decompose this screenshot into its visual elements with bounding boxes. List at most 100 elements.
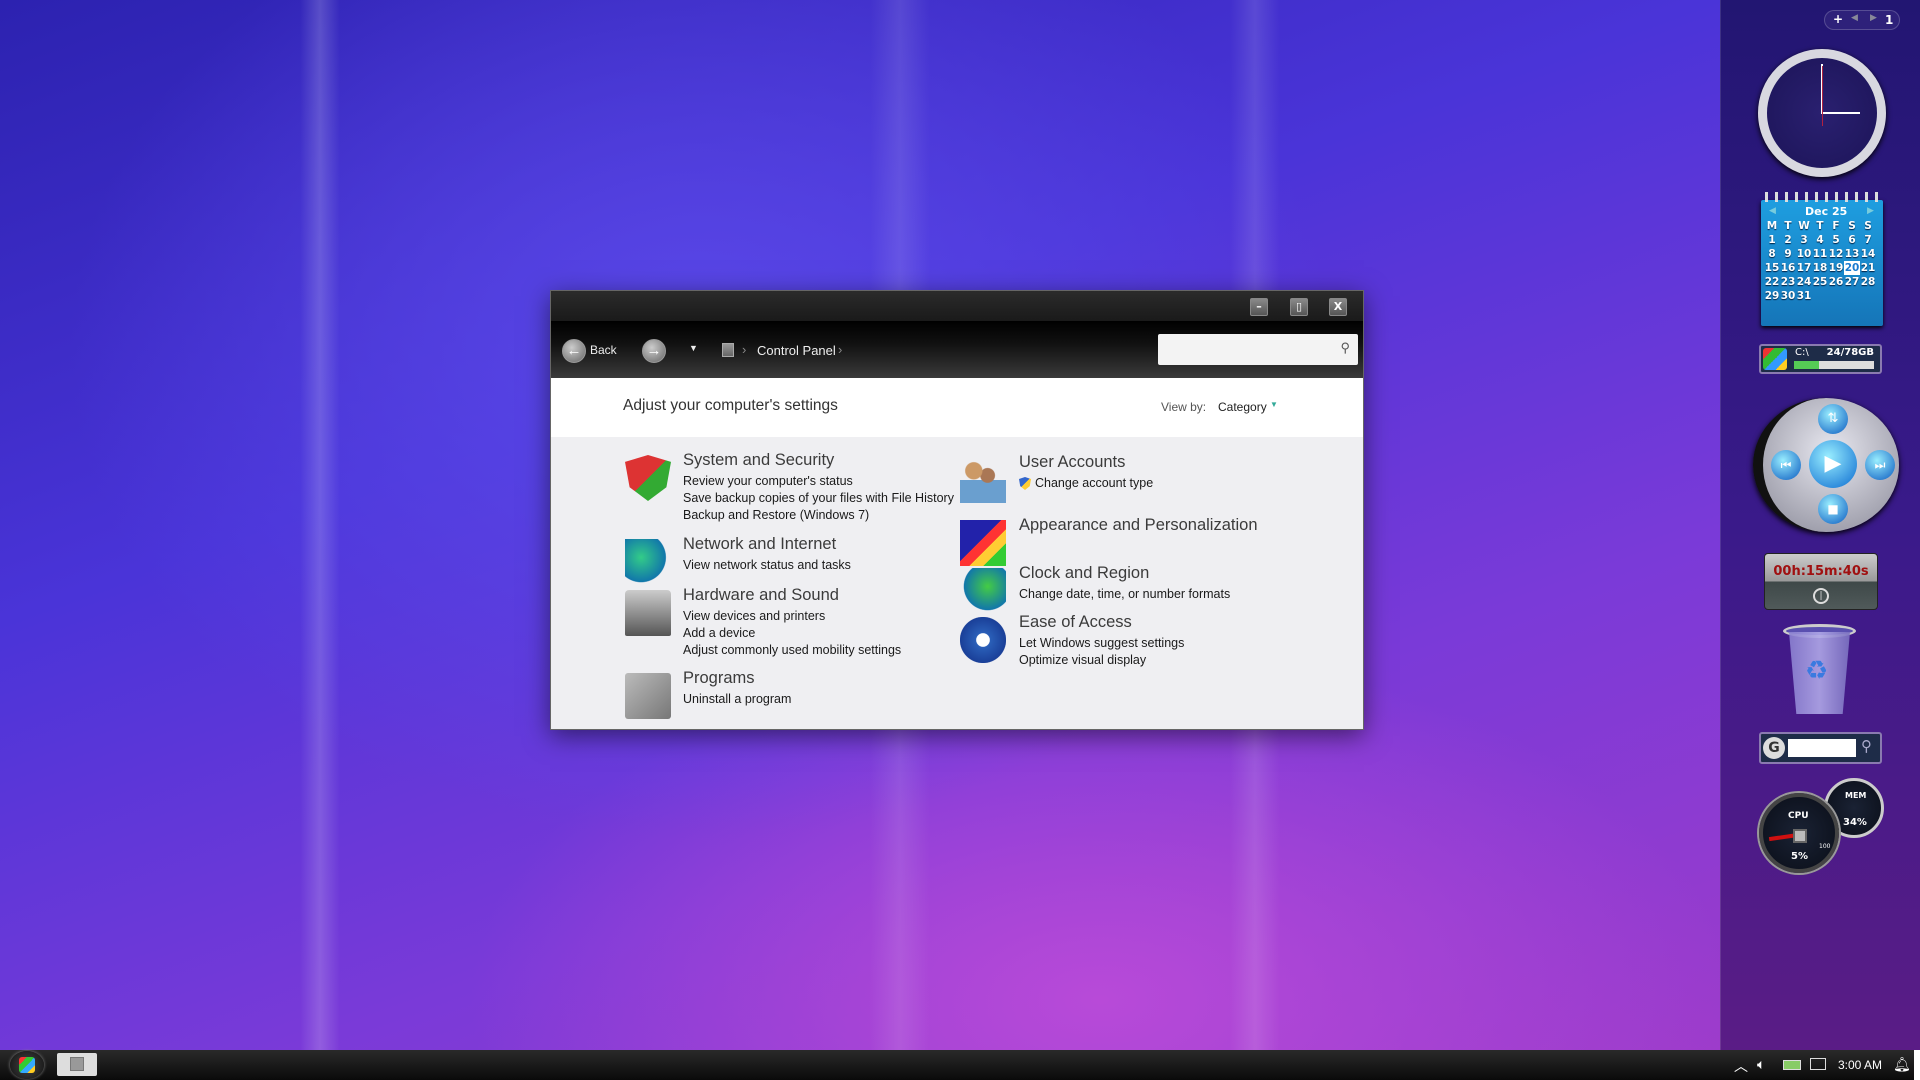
category-title[interactable]: Network and Internet	[683, 535, 836, 554]
users-icon[interactable]	[960, 457, 1006, 503]
search-icon[interactable]: ⚲	[1861, 737, 1872, 755]
calendar-day[interactable]: 23	[1780, 275, 1796, 289]
category-link[interactable]: Let Windows suggest settings	[1019, 636, 1184, 650]
taskbar-control-panel-button[interactable]	[57, 1053, 97, 1076]
category-link[interactable]: Change account type	[1035, 476, 1153, 490]
category-link[interactable]: Optimize visual display	[1019, 653, 1146, 667]
calendar-next-icon[interactable]: ▶	[1867, 206, 1874, 216]
battery-icon[interactable]	[1783, 1060, 1801, 1070]
category-link[interactable]: Add a device	[683, 626, 755, 640]
calendar-day[interactable]	[1812, 289, 1828, 303]
category-title[interactable]: Ease of Access	[1019, 613, 1132, 632]
start-button[interactable]	[10, 1051, 44, 1079]
calendar-day[interactable]: 5	[1828, 233, 1844, 247]
calendar-day[interactable]: 4	[1812, 233, 1828, 247]
calendar-day[interactable]: 6	[1844, 233, 1860, 247]
calendar-day[interactable]: 16	[1780, 261, 1796, 275]
calendar-day[interactable]: 15	[1764, 261, 1780, 275]
calendar-day[interactable]: 8	[1764, 247, 1780, 261]
category-title[interactable]: System and Security	[683, 451, 834, 470]
previous-track-button[interactable]: ⏮	[1771, 450, 1801, 480]
calendar-day[interactable]: 14	[1860, 247, 1876, 261]
chevron-down-icon[interactable]: ▼	[1270, 400, 1278, 409]
calendar-day[interactable]: 2	[1780, 233, 1796, 247]
recycle-bin-gadget[interactable]: ♻	[1783, 624, 1856, 716]
calendar-day[interactable]: 19	[1828, 261, 1844, 275]
printer-icon[interactable]	[625, 590, 671, 636]
calendar-day[interactable]: 21	[1860, 261, 1876, 275]
notifications-bell-icon[interactable]: 🔔︎	[1893, 1056, 1911, 1073]
category-title[interactable]: Hardware and Sound	[683, 586, 839, 605]
close-button[interactable]: X	[1329, 298, 1347, 316]
calendar-day[interactable]: 29	[1764, 289, 1780, 303]
calendar-day[interactable]: 1	[1764, 233, 1780, 247]
category-link[interactable]: View network status and tasks	[683, 558, 851, 572]
category-link[interactable]: View devices and printers	[683, 609, 825, 623]
calendar-day[interactable]: 12	[1828, 247, 1844, 261]
prev-page-icon[interactable]: ◀	[1851, 13, 1858, 23]
calendar-day[interactable]	[1828, 289, 1844, 303]
show-hidden-icons-chevron[interactable]: ︿	[1734, 1056, 1748, 1076]
calendar-day[interactable]: 30	[1780, 289, 1796, 303]
calendar-day[interactable]: 27	[1844, 275, 1860, 289]
calendar-day[interactable]	[1844, 289, 1860, 303]
search-input[interactable]	[1158, 334, 1318, 363]
search-box[interactable]: ⚲	[1158, 334, 1358, 365]
breadcrumb-separator-icon[interactable]: ›	[742, 342, 746, 357]
add-gadget-button[interactable]: +	[1833, 12, 1843, 26]
category-title[interactable]: User Accounts	[1019, 453, 1125, 472]
category-title[interactable]: Clock and Region	[1019, 564, 1149, 583]
network-globe-icon[interactable]	[625, 539, 671, 585]
category-link[interactable]: Adjust commonly used mobility settings	[683, 643, 901, 657]
calendar-day[interactable]: 26	[1828, 275, 1844, 289]
category-link[interactable]: Save backup copies of your files with Fi…	[683, 491, 954, 505]
play-button[interactable]: ▶	[1809, 440, 1857, 488]
calendar-day[interactable]: 31	[1796, 289, 1812, 303]
ease-of-access-icon[interactable]	[960, 617, 1006, 663]
category-link[interactable]: Uninstall a program	[683, 692, 791, 706]
search-icon[interactable]: ⚲	[1340, 340, 1350, 356]
shuffle-button[interactable]: ⇅	[1818, 404, 1848, 434]
calendar-day[interactable]: 10	[1796, 247, 1812, 261]
calendar-day[interactable]: 17	[1796, 261, 1812, 275]
shield-icon[interactable]	[625, 455, 671, 501]
stop-button[interactable]: ■	[1818, 494, 1848, 524]
calendar-day[interactable]: 9	[1780, 247, 1796, 261]
calendar-prev-icon[interactable]: ◀	[1769, 206, 1776, 216]
calendar-day[interactable]: 22	[1764, 275, 1780, 289]
breadcrumb-control-panel[interactable]: Control Panel	[757, 343, 836, 358]
category-link[interactable]: Change date, time, or number formats	[1019, 587, 1230, 601]
calendar-day[interactable]: 28	[1860, 275, 1876, 289]
category-link[interactable]: Review your computer's status	[683, 474, 853, 488]
next-page-icon[interactable]: ▶	[1870, 13, 1877, 23]
recent-pages-dropdown[interactable]: ▼	[689, 343, 698, 353]
back-label[interactable]: Back	[590, 343, 617, 357]
gadget-search-input[interactable]	[1788, 739, 1856, 757]
forward-button[interactable]: →	[642, 339, 666, 363]
category-title[interactable]: Programs	[683, 669, 755, 688]
minimize-button[interactable]: –	[1250, 298, 1268, 316]
maximize-button[interactable]: ▯	[1290, 298, 1308, 316]
breadcrumb-chevron-icon[interactable]: ›	[838, 342, 842, 357]
clock-time[interactable]: 3:00 AM	[1838, 1058, 1882, 1072]
show-desktop-button[interactable]	[1914, 1050, 1920, 1080]
calendar-day[interactable]: 20	[1844, 261, 1860, 275]
calendar-day[interactable]: 25	[1812, 275, 1828, 289]
power-icon[interactable]: |	[1813, 588, 1829, 604]
calendar-day[interactable]: 11	[1812, 247, 1828, 261]
calendar-day[interactable]: 24	[1796, 275, 1812, 289]
programs-box-icon[interactable]	[625, 673, 671, 719]
globe-clock-icon[interactable]	[960, 568, 1006, 614]
view-by-dropdown[interactable]: Category	[1218, 400, 1267, 414]
monitor-palette-icon[interactable]	[960, 520, 1006, 566]
next-track-button[interactable]: ⏭	[1865, 450, 1895, 480]
category-title[interactable]: Appearance and Personalization	[1019, 516, 1258, 535]
calendar-day[interactable]: 7	[1860, 233, 1876, 247]
clock-gadget[interactable]	[1758, 49, 1886, 177]
category-link[interactable]: Backup and Restore (Windows 7)	[683, 508, 869, 522]
calendar-day[interactable]	[1860, 289, 1876, 303]
calendar-day[interactable]: 3	[1796, 233, 1812, 247]
network-icon[interactable]	[1810, 1058, 1826, 1070]
back-button[interactable]: ←	[562, 339, 586, 363]
volume-icon[interactable]: 🔈︎	[1757, 1056, 1765, 1073]
